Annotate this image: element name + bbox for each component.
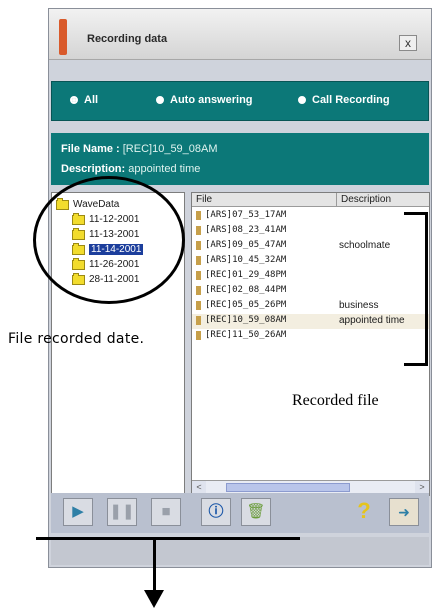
- list-item[interactable]: [ARS]10_45_32AM: [192, 254, 429, 269]
- window-title: Recording data: [87, 33, 168, 45]
- speaker-icon: [196, 241, 201, 250]
- exit-icon: ➜: [398, 504, 410, 520]
- status-bar: [51, 537, 429, 565]
- date-annotation-circle: [33, 176, 185, 304]
- delete-icon: 🗑: [246, 503, 266, 520]
- description-row: Description: appointed time: [61, 163, 200, 175]
- file-annotation-bracket: [404, 212, 428, 366]
- radio-selected-icon: [70, 96, 78, 104]
- radio-icon: [156, 96, 164, 104]
- list-item[interactable]: [REC]11_50_26AM: [192, 329, 429, 344]
- list-item[interactable]: [REC]05_05_26PM business: [192, 299, 429, 314]
- stop-button[interactable]: ■: [151, 498, 181, 526]
- delete-button[interactable]: 🗑: [241, 498, 271, 526]
- list-item-selected[interactable]: [REC]10_59_08AM appointed time: [192, 314, 429, 329]
- speaker-icon: [196, 301, 201, 310]
- description-value: appointed time: [128, 163, 201, 175]
- play-button[interactable]: ▶: [63, 498, 93, 526]
- help-icon: ⓘ: [208, 503, 224, 520]
- recorded-file-callout: Recorded file: [292, 392, 379, 409]
- list-item[interactable]: [ARS]07_53_17AM: [192, 209, 429, 224]
- speaker-icon: [196, 271, 201, 280]
- help-button[interactable]: ?: [349, 498, 379, 526]
- file-name-row: File Name : [REC]10_59_08AM: [61, 143, 218, 155]
- stop-icon: ■: [161, 503, 171, 520]
- column-header-file[interactable]: File: [192, 193, 337, 207]
- title-accent-bar: [59, 19, 67, 55]
- speaker-icon: [196, 256, 201, 265]
- list-item[interactable]: [ARS]09_05_47AM schoolmate: [192, 239, 429, 254]
- filter-auto-answering[interactable]: Auto answering: [156, 94, 253, 106]
- file-recorded-date-callout: File recorded date.: [8, 331, 145, 347]
- list-item[interactable]: [REC]01_29_48PM: [192, 269, 429, 284]
- list-item[interactable]: [REC]02_08_44PM: [192, 284, 429, 299]
- close-button[interactable]: x: [399, 35, 417, 51]
- filter-bar: All Auto answering Call Recording: [51, 81, 429, 121]
- speaker-icon: [196, 211, 201, 220]
- question-icon: ?: [357, 498, 371, 523]
- speaker-icon: [196, 286, 201, 295]
- description-label: Description:: [61, 163, 126, 175]
- scroll-thumb[interactable]: [226, 483, 350, 492]
- filter-call-recording[interactable]: Call Recording: [298, 94, 390, 106]
- info-button[interactable]: ⓘ: [201, 498, 231, 526]
- column-header-description[interactable]: Description: [337, 193, 429, 207]
- down-arrow-icon: [144, 590, 164, 608]
- speaker-icon: [196, 316, 201, 325]
- exit-button[interactable]: ➜: [389, 498, 419, 526]
- radio-icon: [298, 96, 306, 104]
- list-item[interactable]: [ARS]08_23_41AM: [192, 224, 429, 239]
- speaker-icon: [196, 226, 201, 235]
- file-name-value: [REC]10_59_08AM: [122, 143, 218, 155]
- filter-all[interactable]: All: [70, 94, 98, 106]
- pause-icon: ❚❚: [109, 503, 135, 520]
- play-icon: ▶: [72, 503, 84, 520]
- recorded-file-list: File Description [ARS]07_53_17AM [ARS]08…: [191, 192, 430, 496]
- pause-button[interactable]: ❚❚: [107, 498, 137, 526]
- playback-toolbar: ▶ ❚❚ ■ ⓘ 🗑 ? ➜: [51, 493, 429, 533]
- annotation-horizontal-line: [36, 537, 300, 540]
- speaker-icon: [196, 331, 201, 340]
- title-bar: Recording data x: [49, 9, 431, 60]
- file-name-label: File Name :: [61, 143, 120, 155]
